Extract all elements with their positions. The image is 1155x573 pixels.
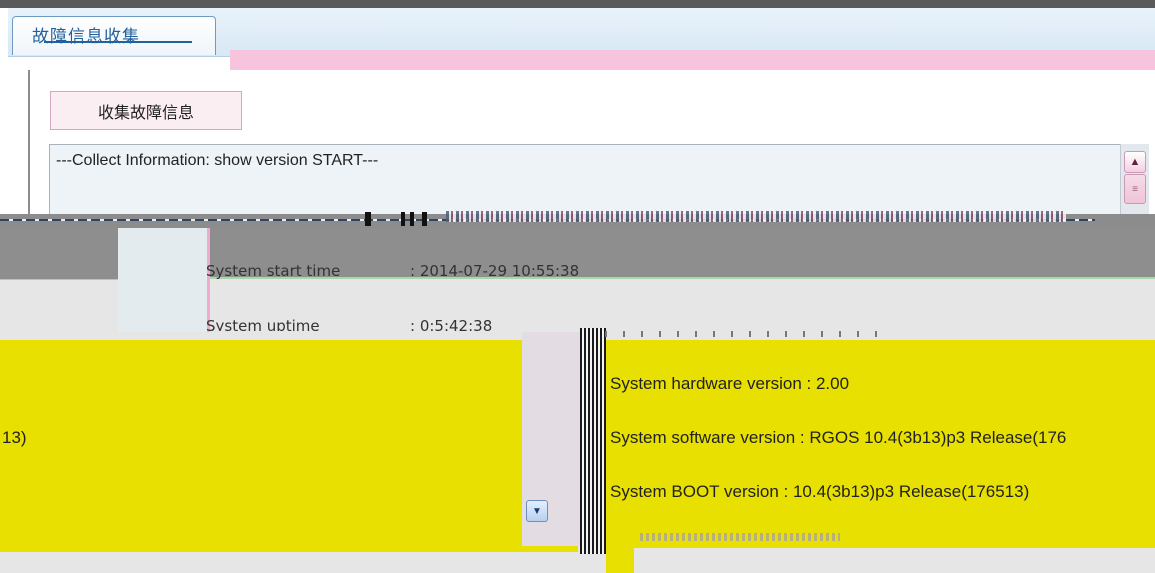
start-time-label: System start time [206, 262, 341, 280]
pale-column [118, 228, 208, 332]
yellow-glitch-left [0, 340, 522, 548]
scroll-up-arrow-icon[interactable]: ▲ [1124, 151, 1146, 173]
tab-active-underline [44, 41, 192, 43]
start-time-value: : 2014-07-29 10:55:38 [410, 262, 580, 280]
panel-left-edge [28, 70, 30, 214]
boot-version-line: System BOOT version : 10.4(3b13)p3 Relea… [610, 482, 1030, 501]
left-text-fragment: 13) [2, 428, 27, 447]
faint-garbled-line [640, 533, 840, 541]
glitch-bar [410, 212, 414, 226]
glitch-bar [401, 212, 405, 226]
garbled-text-strip [446, 211, 1066, 222]
green-line-right [210, 277, 1155, 279]
glitch-bar [422, 212, 427, 226]
scroll-down-arrow-icon[interactable]: ▼ [526, 500, 548, 522]
collect-fault-info-button[interactable]: 收集故障信息 [50, 91, 242, 130]
hardware-version-line: System hardware version : 2.00 [610, 374, 850, 393]
grey-block-left [0, 228, 118, 280]
grey-block-right [210, 228, 1155, 278]
output-first-line: ---Collect Information: show version STA… [56, 152, 379, 169]
scroll-thumb-icon[interactable]: ≡ [1124, 174, 1146, 204]
glitch-bar [365, 212, 371, 226]
uptime-value: : 0:5:42:38 [410, 317, 493, 331]
yellow-glitch-tail [606, 548, 634, 573]
uptime-label: System uptime [206, 317, 320, 331]
faint-dashed-line [605, 331, 885, 337]
pink-toolbar-strip [230, 50, 1155, 70]
software-version-line: System software version : RGOS 10.4(3b13… [610, 428, 1067, 447]
yellow-glitch-left-bottom [0, 546, 578, 552]
vertical-glitch-stripes [580, 328, 606, 554]
frame-top-border [0, 0, 1155, 8]
tab-label[interactable]: 故障信息收集 [32, 22, 140, 47]
